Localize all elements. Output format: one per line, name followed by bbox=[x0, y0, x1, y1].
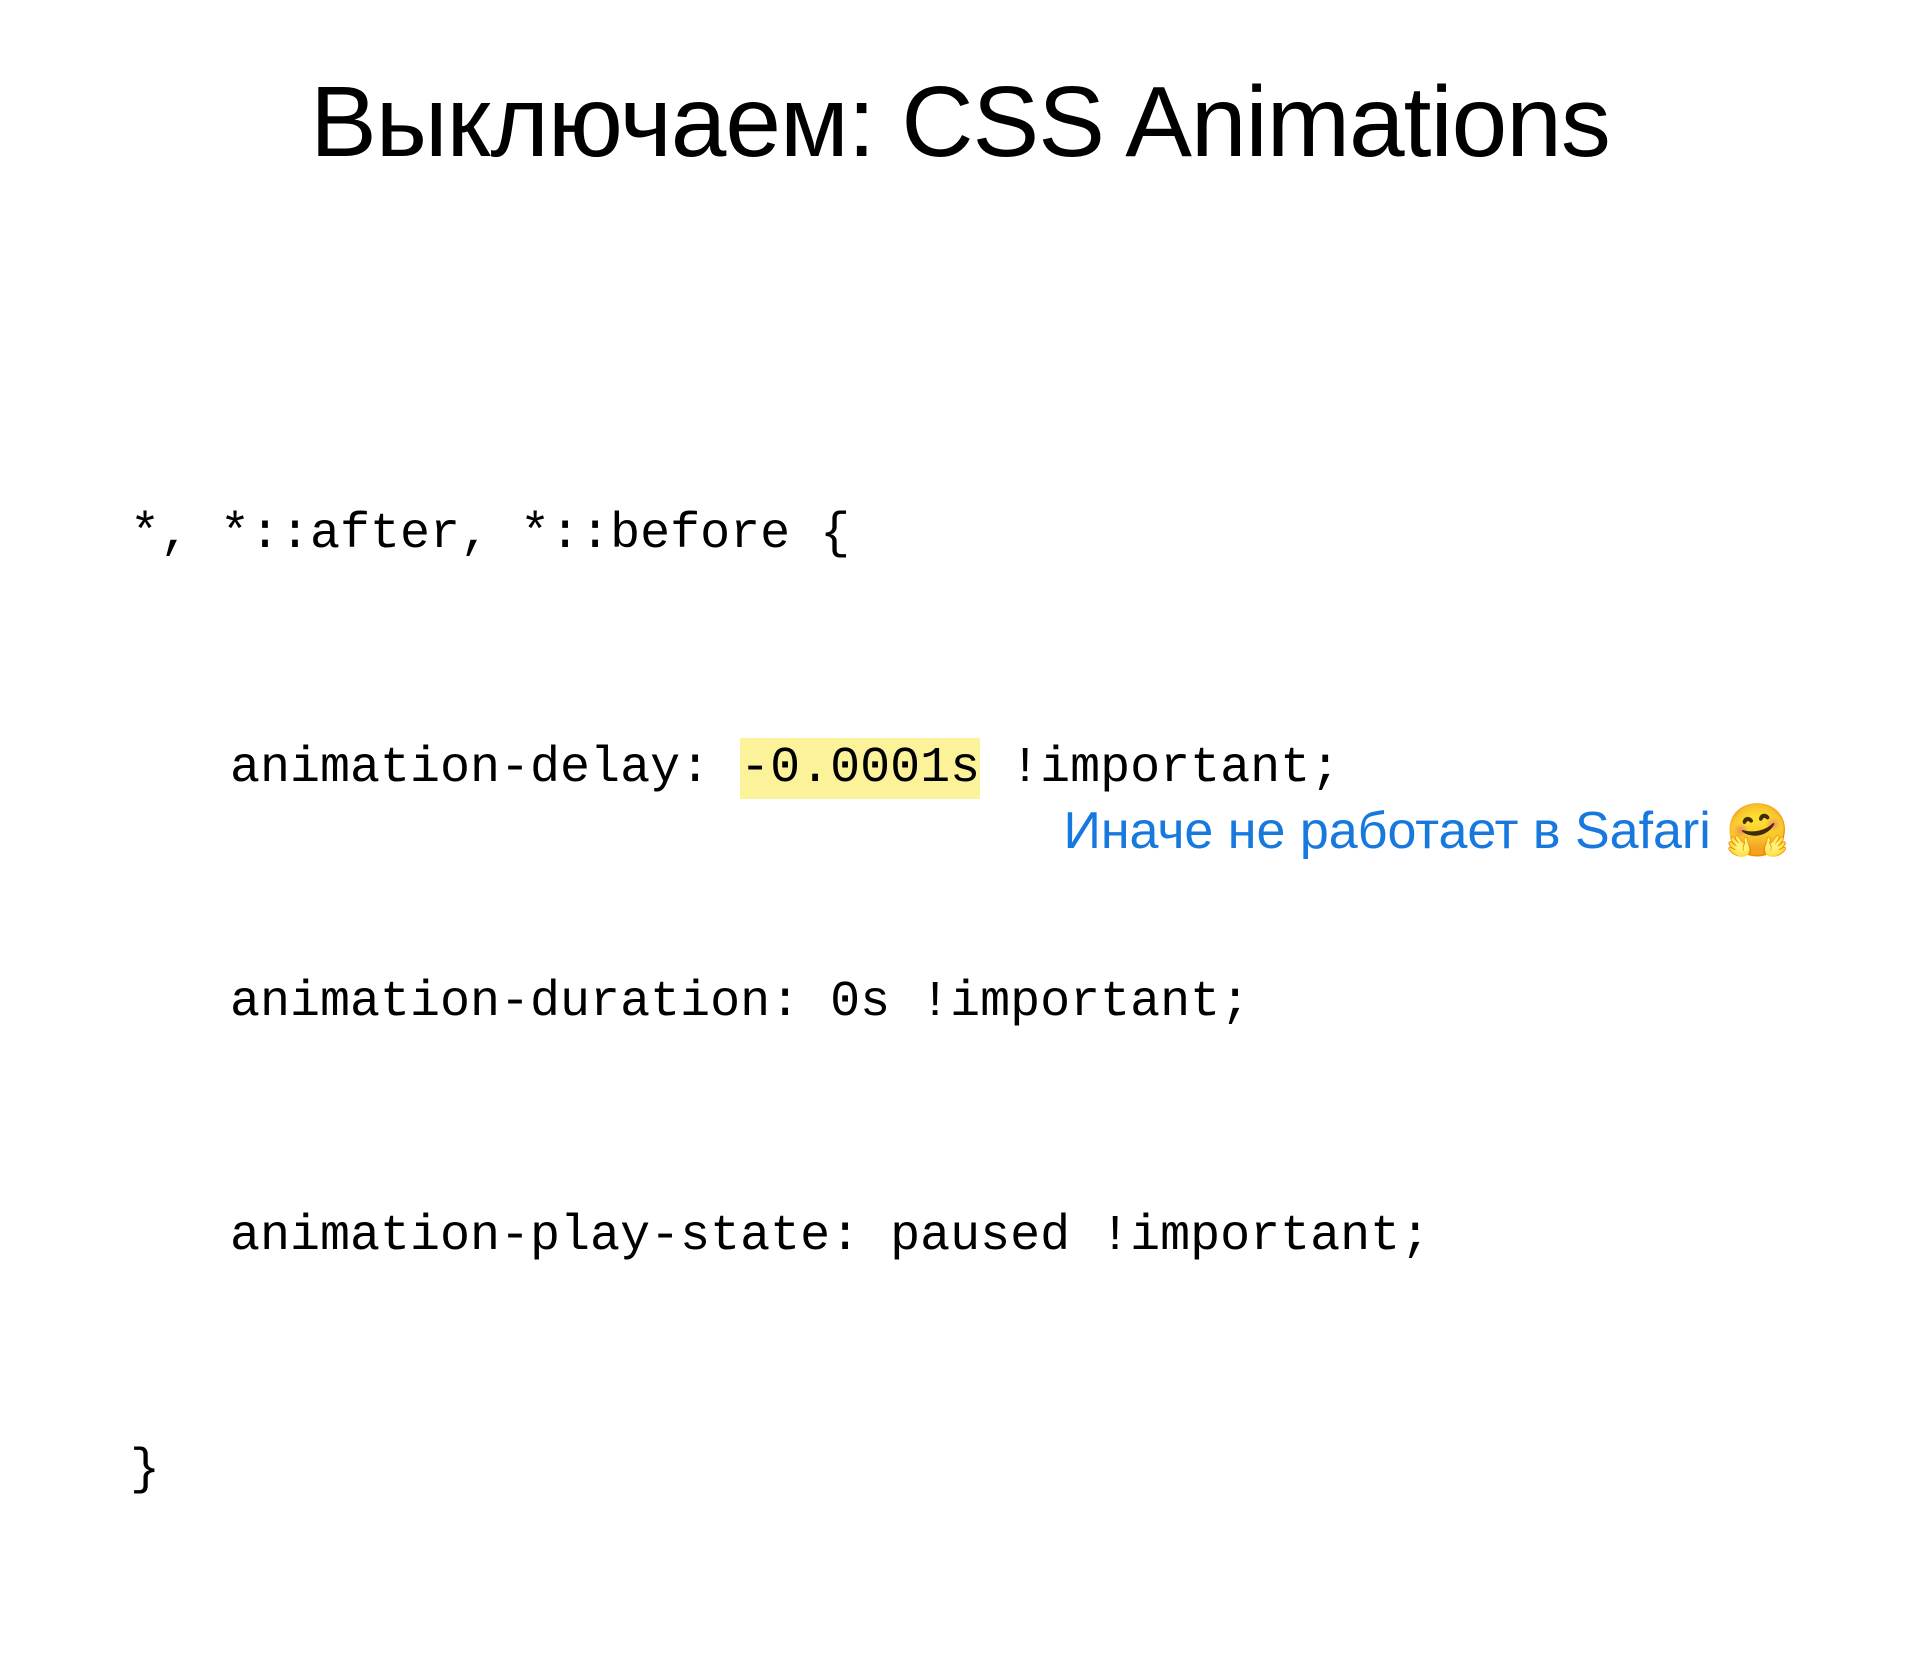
slide-title: Выключаем: CSS Animations bbox=[130, 65, 1790, 180]
slide-container: Выключаем: CSS Animations *, *::after, *… bbox=[0, 0, 1920, 1080]
code-block: *, *::after, *::before { animation-delay… bbox=[130, 340, 1790, 1666]
slide-caption: Иначе не работает в Safari 🤗 bbox=[1063, 800, 1790, 861]
code-line-selector: *, *::after, *::before { bbox=[130, 496, 1790, 574]
code-line-close-brace: } bbox=[130, 1432, 1790, 1510]
code-line-animation-play-state: animation-play-state: paused !important; bbox=[130, 1198, 1790, 1276]
code-highlight-value: -0.0001s bbox=[740, 738, 980, 799]
code-line-animation-duration: animation-duration: 0s !important; bbox=[130, 964, 1790, 1042]
code-prop-delay: animation-delay: bbox=[230, 740, 740, 797]
hugging-face-icon: 🤗 bbox=[1725, 802, 1790, 860]
code-suffix-important: !important; bbox=[980, 740, 1340, 797]
caption-text: Иначе не работает в Safari bbox=[1063, 802, 1725, 860]
code-line-animation-delay: animation-delay: -0.0001s !important; bbox=[130, 730, 1790, 808]
